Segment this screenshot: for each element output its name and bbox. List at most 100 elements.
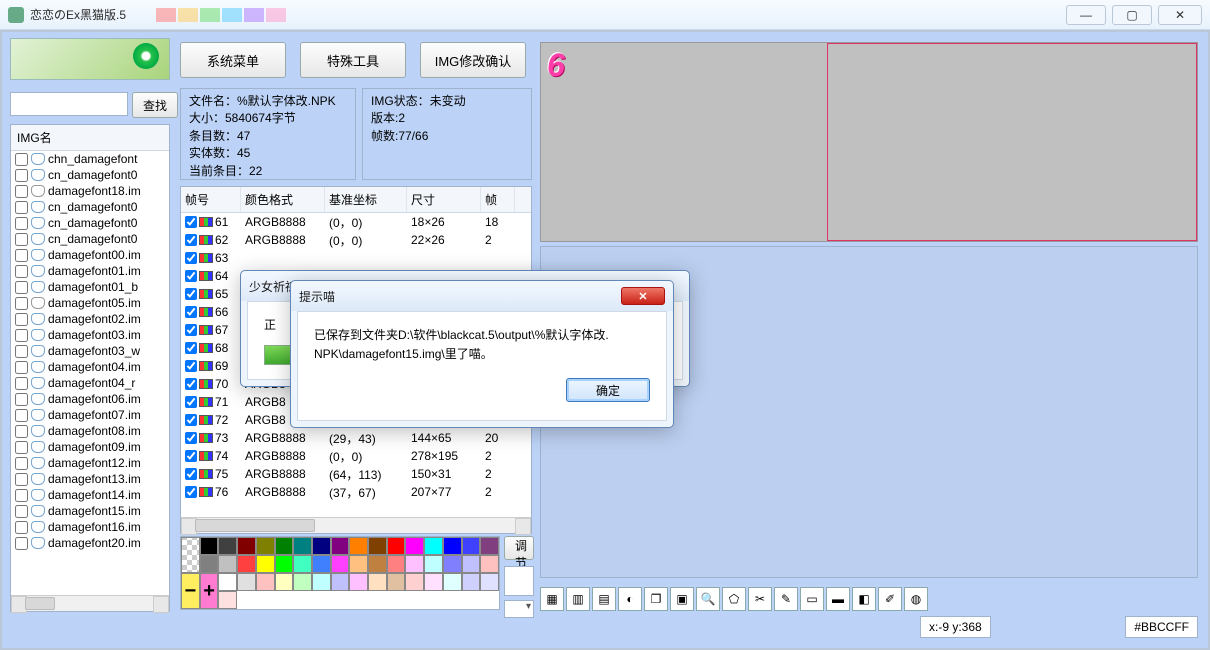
color-swatch[interactable] (462, 555, 481, 573)
color-swatch[interactable] (218, 591, 237, 609)
alert-ok-button[interactable]: 确定 (566, 378, 650, 402)
file-list-item[interactable]: damagefont18.im (11, 183, 169, 199)
file-list-item[interactable]: damagefont00.im (11, 247, 169, 263)
file-checkbox[interactable] (15, 297, 28, 310)
color-swatch[interactable] (218, 537, 237, 555)
color-swatch[interactable] (331, 537, 350, 555)
file-list-item[interactable]: damagefont01_b (11, 279, 169, 295)
minimize-button[interactable]: — (1066, 5, 1106, 25)
color-swatch[interactable] (293, 573, 312, 591)
file-checkbox[interactable] (15, 441, 28, 454)
file-checkbox[interactable] (15, 217, 28, 230)
search-input[interactable] (10, 92, 128, 116)
color-swatch[interactable] (424, 555, 443, 573)
frame-checkbox[interactable] (185, 414, 197, 426)
frame-checkbox[interactable] (185, 486, 197, 498)
color-swatch[interactable] (218, 555, 237, 573)
palette-plus[interactable]: + (200, 573, 219, 609)
system-menu-button[interactable]: 系统菜单 (180, 42, 286, 78)
img-confirm-button[interactable]: IMG修改确认 (420, 42, 526, 78)
file-checkbox[interactable] (15, 281, 28, 294)
color-swatch[interactable] (349, 555, 368, 573)
color-swatch[interactable] (387, 573, 406, 591)
file-checkbox[interactable] (15, 409, 28, 422)
color-swatch[interactable] (480, 573, 499, 591)
file-checkbox[interactable] (15, 185, 28, 198)
rect-tool[interactable]: ▭ (800, 587, 824, 611)
color-swatch[interactable] (256, 573, 275, 591)
file-list-item[interactable]: damagefont04.im (11, 359, 169, 375)
frame-checkbox[interactable] (185, 468, 197, 480)
file-list-item[interactable]: cn_damagefont0 (11, 231, 169, 247)
file-list-item[interactable]: cn_damagefont0 (11, 215, 169, 231)
color-swatch[interactable] (443, 537, 462, 555)
cat-tool[interactable]: ◐ (618, 587, 642, 611)
frame-checkbox[interactable] (185, 324, 197, 336)
file-checkbox[interactable] (15, 153, 28, 166)
color-swatch[interactable] (387, 555, 406, 573)
file-list-scrollbar[interactable] (11, 595, 169, 611)
file-list-item[interactable]: damagefont06.im (11, 391, 169, 407)
file-checkbox[interactable] (15, 521, 28, 534)
color-swatch[interactable] (349, 573, 368, 591)
color-swatch[interactable] (237, 555, 256, 573)
color-swatch[interactable] (256, 537, 275, 555)
frame-checkbox[interactable] (185, 432, 197, 444)
frame-checkbox[interactable] (185, 360, 197, 372)
frame-row[interactable]: 63 (181, 249, 531, 267)
color-swatch[interactable] (275, 573, 294, 591)
rect2-tool[interactable]: ▬ (826, 587, 850, 611)
file-checkbox[interactable] (15, 169, 28, 182)
color-swatch[interactable] (275, 537, 294, 555)
color-swatch[interactable] (368, 537, 387, 555)
file-checkbox[interactable] (15, 233, 28, 246)
color-swatch[interactable] (368, 573, 387, 591)
color-palette[interactable]: −+ (180, 536, 500, 610)
color-swatch[interactable] (293, 537, 312, 555)
frame-checkbox[interactable] (185, 342, 197, 354)
film-tool[interactable]: ▤ (592, 587, 616, 611)
color-swatch[interactable] (293, 555, 312, 573)
frame-checkbox[interactable] (185, 288, 197, 300)
color-swatch[interactable] (331, 555, 350, 573)
file-list-item[interactable]: damagefont12.im (11, 455, 169, 471)
frame-row[interactable]: 62ARGB8888(0，0)22×262 (181, 231, 531, 249)
adjust-button[interactable]: 调节 (504, 536, 534, 560)
color-swatch[interactable] (312, 537, 331, 555)
color-swatch[interactable] (218, 573, 237, 591)
color-swatch[interactable] (480, 537, 499, 555)
file-checkbox[interactable] (15, 489, 28, 502)
color-swatch[interactable] (387, 537, 406, 555)
color-swatch[interactable] (462, 573, 481, 591)
file-list-item[interactable]: damagefont05.im (11, 295, 169, 311)
color-swatch[interactable] (424, 537, 443, 555)
color-swatch[interactable] (200, 537, 219, 555)
alert-close-button[interactable]: ✕ (621, 287, 665, 305)
file-list-item[interactable]: damagefont03_w (11, 343, 169, 359)
frame-checkbox[interactable] (185, 306, 197, 318)
file-checkbox[interactable] (15, 473, 28, 486)
color-swatch[interactable] (237, 537, 256, 555)
color-swatch[interactable] (312, 555, 331, 573)
file-list-item[interactable]: damagefont02.im (11, 311, 169, 327)
color-swatch[interactable] (349, 537, 368, 555)
frame-row[interactable]: 74ARGB8888(0，0)278×1952 (181, 447, 531, 465)
zoom-tool[interactable]: 🔍 (696, 587, 720, 611)
transparent-swatch[interactable] (181, 537, 200, 573)
file-checkbox[interactable] (15, 537, 28, 550)
frame-checkbox[interactable] (185, 216, 197, 228)
file-list-item[interactable]: damagefont03.im (11, 327, 169, 343)
frame-checkbox[interactable] (185, 252, 197, 264)
close-button[interactable]: ✕ (1158, 5, 1202, 25)
frame-row[interactable]: 75ARGB8888(64，113)150×312 (181, 465, 531, 483)
file-checkbox[interactable] (15, 361, 28, 374)
file-checkbox[interactable] (15, 329, 28, 342)
file-checkbox[interactable] (15, 345, 28, 358)
stack-tool[interactable]: ▣ (670, 587, 694, 611)
picker-tool[interactable]: ✐ (878, 587, 902, 611)
frame-row[interactable]: 73ARGB8888(29，43)144×6520 (181, 429, 531, 447)
file-list-item[interactable]: cn_damagefont0 (11, 167, 169, 183)
file-list-item[interactable]: chn_damagefont (11, 151, 169, 167)
search-button[interactable]: 查找 (132, 92, 178, 118)
file-list-item[interactable]: damagefont20.im (11, 535, 169, 551)
